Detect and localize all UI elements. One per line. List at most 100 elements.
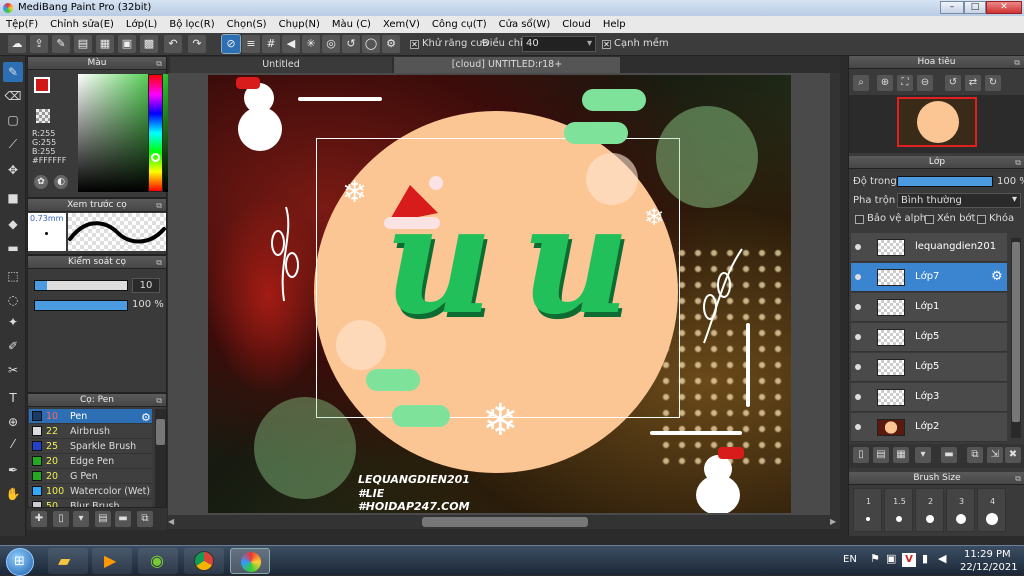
layer-row[interactable]: Lớp1 [851, 293, 1007, 322]
brush-item[interactable]: 100 Watercolor (Wet) [29, 484, 152, 499]
transparent-color-swatch[interactable] [36, 109, 50, 123]
start-button[interactable]: ⊞ [6, 548, 34, 576]
chrome-taskbar-button[interactable] [184, 548, 224, 574]
layer-row[interactable]: Lớp2 [851, 413, 1007, 442]
clock-time[interactable]: 11:29 PM [964, 549, 1011, 560]
move-tool-icon[interactable]: ✥ [3, 160, 23, 180]
flip-icon[interactable]: ⇄ [965, 75, 981, 91]
minimize-button[interactable]: – [940, 1, 964, 14]
redo-icon[interactable]: ↷ [188, 35, 206, 53]
file-explorer-taskbar-button[interactable]: ▰ [48, 548, 88, 574]
document-icon[interactable]: ▦ [96, 35, 114, 53]
brush-size-preset[interactable]: 4 [977, 488, 1006, 532]
menu-item[interactable]: Cloud [556, 19, 597, 30]
brush-size-preset[interactable]: 1.5 [884, 488, 913, 532]
panel-popout-icon[interactable]: ⧉ [1015, 156, 1021, 169]
new-halftone-layer-icon[interactable]: ▤ [873, 447, 889, 463]
menu-item[interactable]: Xem(V) [377, 19, 426, 30]
dot-tool-icon[interactable]: ⟋ [3, 134, 23, 154]
brush-doc-icon[interactable]: ▤ [95, 511, 111, 527]
select-tool-icon[interactable]: ⬚ [3, 266, 23, 286]
pen-tool-icon[interactable]: ✒ [3, 460, 23, 480]
menu-item[interactable]: Bộ lọc(R) [163, 19, 220, 30]
brush-size-value[interactable]: 10 [132, 278, 160, 293]
panel-popout-icon[interactable]: ⧉ [1015, 472, 1021, 485]
layer-row[interactable]: Lớp7 ⚙ [851, 263, 1007, 292]
language-indicator[interactable]: EN [843, 554, 857, 565]
hue-handle[interactable] [151, 153, 160, 162]
layer-settings-gear-icon[interactable]: ⚙ [991, 269, 1003, 284]
brush-opacity-slider[interactable] [34, 300, 128, 311]
menu-item[interactable]: Tệp(F) [0, 19, 44, 30]
menu-item[interactable]: Chụp(N) [273, 19, 326, 30]
brush-item[interactable]: 50 Blur Brush [29, 499, 152, 507]
scroll-right-icon[interactable]: ▶ [830, 516, 840, 528]
layer-scroll-thumb[interactable] [1012, 242, 1020, 422]
canvas-vertical-scrollbar[interactable] [830, 73, 840, 515]
brush-item[interactable]: 20 G Pen [29, 469, 152, 484]
adjust-dropdown[interactable]: 40 ▾ [522, 36, 596, 52]
eye-icon[interactable] [855, 394, 861, 400]
menu-item[interactable]: Công cụ(T) [426, 19, 493, 30]
menu-item[interactable]: Cửa sổ(W) [493, 19, 557, 30]
new-layer-icon[interactable]: ▯ [853, 447, 869, 463]
color-wheel-icon[interactable]: ◐ [54, 175, 68, 189]
layer-list-scrollbar[interactable] [1011, 238, 1021, 438]
panel-popout-icon[interactable]: ⧉ [156, 57, 162, 70]
comment-icon[interactable]: ✎ [52, 35, 70, 53]
brush-item[interactable]: 10 Pen [29, 409, 152, 424]
panel-popout-icon[interactable]: ⧉ [156, 256, 162, 269]
layer-folder-icon[interactable]: ▬ [941, 447, 957, 463]
clipping-checkbox[interactable] [925, 215, 934, 224]
gradient-tool-icon[interactable]: ▬ [3, 238, 23, 258]
rectangle-tool-icon[interactable]: ▢ [3, 110, 23, 130]
radial-snap-icon[interactable]: ✳ [302, 35, 320, 53]
layer-row[interactable]: lequangdien201 [851, 233, 1007, 262]
antialias-checkbox[interactable]: ✕ [410, 40, 419, 49]
snap-off-icon[interactable]: ⊘ [221, 34, 241, 54]
layer-opacity-slider[interactable] [897, 176, 993, 187]
brush-folder-icon[interactable]: ▬ [115, 511, 131, 527]
protect-alpha-checkbox[interactable] [855, 215, 864, 224]
fit-window-icon[interactable]: ⛶ [897, 75, 913, 91]
zoom-out-icon[interactable]: ⊖ [917, 75, 933, 91]
menu-item[interactable]: Chọn(S) [221, 19, 273, 30]
perspective-snap-icon[interactable]: ◀ [282, 35, 300, 53]
select-pen-icon[interactable]: ✐ [3, 336, 23, 356]
merge-layer-icon[interactable]: ⇲ [987, 447, 1003, 463]
canvas-horizontal-scrollbar[interactable]: ◀ ▶ [168, 515, 840, 529]
browser-taskbar-button[interactable]: ◉ [138, 548, 178, 574]
tab-cloud-untitled[interactable]: [cloud] UNTITLED:r18+ [394, 57, 620, 73]
eyedropper-tool-icon[interactable]: ⁄ [3, 434, 23, 454]
tiles-icon[interactable]: ▩ [140, 35, 158, 53]
tray-flag-icon[interactable]: ⚑ [870, 552, 880, 565]
grid-view-icon[interactable]: ▣ [118, 35, 136, 53]
snap-settings-icon[interactable]: ⚙ [382, 35, 400, 53]
operation-tool-icon[interactable]: ⊕ [3, 412, 23, 432]
navigator-viewport[interactable] [897, 97, 977, 147]
grid-snap-icon[interactable]: # [262, 35, 280, 53]
layer-row[interactable]: Lớp5 [851, 353, 1007, 382]
eye-icon[interactable] [855, 274, 861, 280]
zoom-fit-icon[interactable]: ⌕ [853, 75, 869, 91]
menu-item[interactable]: Lớp(L) [120, 19, 163, 30]
clock-date[interactable]: 22/12/2021 [960, 562, 1018, 573]
select-eraser-icon[interactable]: ✂ [3, 360, 23, 380]
artwork-canvas[interactable]: uu ❄ ❄ ❄ LEQUANGDIEN201 #LIE #HOIDAP247.… [208, 75, 791, 513]
eye-icon[interactable] [855, 334, 861, 340]
brush-size-slider[interactable] [34, 280, 128, 291]
horizontal-scroll-thumb[interactable] [422, 517, 588, 527]
brush-size-preset[interactable]: 1 [853, 488, 882, 532]
maximize-button[interactable]: □ [964, 1, 986, 14]
lasso-tool-icon[interactable]: ◌ [3, 290, 23, 310]
brush-settings-gear-icon[interactable]: ⚙ [141, 411, 151, 424]
eraser-tool-icon[interactable]: ⌫ [3, 86, 23, 106]
hue-slider[interactable] [148, 74, 163, 192]
layer-options-icon[interactable]: ▾ [915, 447, 931, 463]
ellipse-snap-icon[interactable]: ◯ [362, 35, 380, 53]
magic-wand-icon[interactable]: ✦ [3, 312, 23, 332]
undo-icon[interactable]: ↶ [164, 35, 182, 53]
close-button[interactable]: ✕ [986, 1, 1022, 14]
rotate-right-icon[interactable]: ↻ [985, 75, 1001, 91]
brush-tool-icon[interactable]: ✎ [3, 62, 23, 82]
